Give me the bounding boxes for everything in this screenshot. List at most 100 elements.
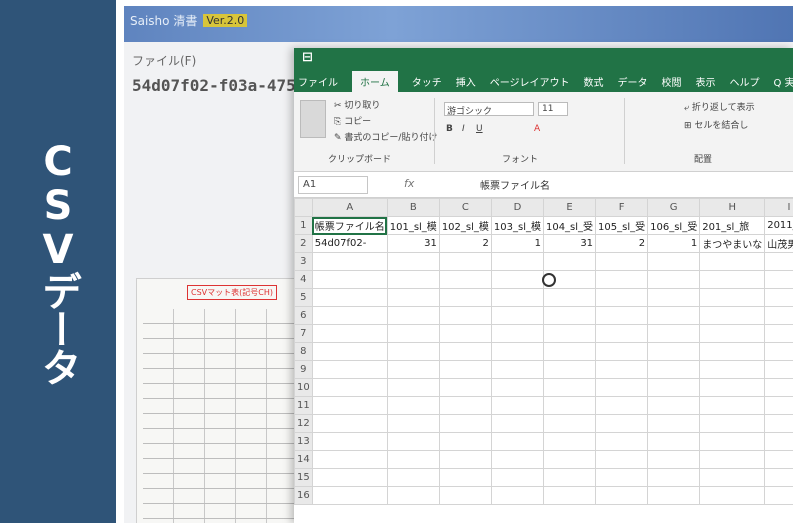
cell[interactable] [764, 342, 793, 361]
cell[interactable] [490, 306, 544, 325]
cell[interactable] [386, 396, 440, 415]
underline-button[interactable]: U [476, 124, 483, 134]
copy-button[interactable]: ⎘ コピー [334, 114, 371, 127]
cell[interactable]: 106_sl_受 [647, 216, 701, 235]
cell[interactable] [311, 468, 388, 487]
cell[interactable] [386, 252, 440, 271]
background-file-menu[interactable]: ファイル(F) [132, 52, 196, 69]
ribbon-tab[interactable]: Q 実行したい [774, 74, 793, 89]
wrap-text-button[interactable]: ⤶ 折り返して表示 [684, 100, 755, 113]
cell[interactable] [764, 432, 793, 451]
format-painter-button[interactable]: ✎ 書式のコピー/貼り付け [334, 130, 437, 143]
cell[interactable]: 1 [647, 234, 701, 253]
cell[interactable] [311, 270, 388, 289]
ribbon-tab[interactable]: 挿入 [456, 74, 476, 89]
cell[interactable] [438, 360, 492, 379]
cell[interactable] [438, 450, 492, 469]
ribbon-tab[interactable]: ページレイアウト [490, 74, 570, 89]
cell[interactable] [438, 270, 492, 289]
cell[interactable] [647, 432, 701, 451]
cell[interactable]: 104_sl_受 [542, 216, 597, 235]
cell[interactable] [490, 288, 544, 307]
cell[interactable]: 31 [386, 234, 440, 253]
cell[interactable] [764, 468, 793, 487]
cell[interactable] [647, 270, 701, 289]
cell[interactable] [386, 378, 440, 397]
cell[interactable] [542, 414, 597, 433]
column-header[interactable]: D [490, 198, 544, 217]
cell[interactable] [595, 252, 649, 271]
row-header[interactable]: 16 [294, 486, 313, 505]
cell[interactable] [595, 486, 649, 505]
cell[interactable] [311, 252, 388, 271]
cell[interactable] [386, 414, 440, 433]
cell[interactable] [764, 288, 793, 307]
cell[interactable] [386, 360, 440, 379]
cell[interactable] [647, 396, 701, 415]
cell[interactable] [595, 378, 649, 397]
cell[interactable]: 2 [595, 234, 649, 253]
cell[interactable]: 山茂男 [764, 234, 793, 253]
cell[interactable] [542, 450, 597, 469]
row-header[interactable]: 11 [294, 396, 313, 415]
cell[interactable] [311, 288, 388, 307]
cell[interactable] [386, 450, 440, 469]
cell[interactable] [490, 324, 544, 343]
cell[interactable] [764, 270, 793, 289]
cell[interactable]: 103_sl_模 [490, 216, 544, 235]
cell[interactable] [595, 324, 649, 343]
cell[interactable] [386, 486, 440, 505]
cell[interactable] [647, 450, 701, 469]
cell[interactable] [764, 324, 793, 343]
cell[interactable] [490, 342, 544, 361]
select-all-corner[interactable] [294, 198, 313, 217]
cell[interactable] [699, 288, 766, 307]
cell[interactable] [647, 378, 701, 397]
ribbon-tab[interactable]: ホーム [352, 70, 398, 92]
cell[interactable] [595, 270, 649, 289]
font-color-button[interactable]: A [534, 124, 540, 134]
row-header[interactable]: 12 [294, 414, 313, 433]
cell[interactable] [438, 396, 492, 415]
cell[interactable] [438, 486, 492, 505]
cut-button[interactable]: ✂ 切り取り [334, 98, 380, 111]
cell[interactable] [438, 378, 492, 397]
cell[interactable] [764, 414, 793, 433]
cell[interactable] [386, 270, 440, 289]
ribbon-tab[interactable]: 校閲 [662, 74, 682, 89]
cell[interactable] [764, 360, 793, 379]
ribbon-tab[interactable]: データ [618, 74, 648, 89]
ribbon-tab[interactable]: タッチ [412, 74, 442, 89]
cell[interactable] [386, 324, 440, 343]
cell[interactable]: まつやまいな [699, 234, 766, 253]
cell[interactable] [386, 342, 440, 361]
cell[interactable] [438, 414, 492, 433]
column-header[interactable]: B [386, 198, 440, 217]
cell[interactable] [647, 324, 701, 343]
row-header[interactable]: 4 [294, 270, 313, 289]
cell[interactable]: 1 [490, 234, 544, 253]
cell[interactable] [542, 252, 597, 271]
formula-input[interactable]: 帳票ファイル名 [480, 177, 550, 192]
row-header[interactable]: 5 [294, 288, 313, 307]
cell[interactable] [438, 306, 492, 325]
cell[interactable] [595, 288, 649, 307]
cell[interactable] [595, 414, 649, 433]
cell[interactable] [595, 432, 649, 451]
row-header[interactable]: 3 [294, 252, 313, 271]
cell[interactable] [595, 360, 649, 379]
cell[interactable]: 201_sl_旅 [699, 216, 766, 235]
cell[interactable] [699, 360, 766, 379]
cell[interactable] [490, 360, 544, 379]
cell[interactable] [595, 342, 649, 361]
row-header[interactable]: 2 [294, 234, 313, 253]
cell[interactable] [490, 432, 544, 451]
cell[interactable] [595, 396, 649, 415]
cell[interactable] [311, 360, 388, 379]
cell[interactable] [699, 306, 766, 325]
cell[interactable] [490, 414, 544, 433]
cell[interactable] [699, 432, 766, 451]
cell[interactable] [490, 450, 544, 469]
cell[interactable] [542, 486, 597, 505]
cell[interactable] [542, 396, 597, 415]
